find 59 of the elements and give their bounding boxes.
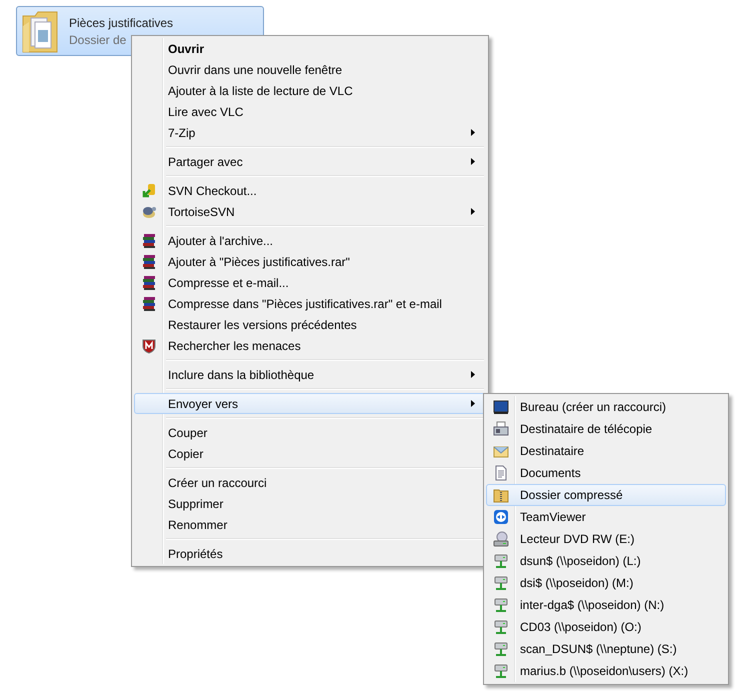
shield-icon	[141, 338, 157, 354]
menu-item[interactable]: CD03 (\\poseidon) (O:)	[486, 616, 726, 638]
menu-item[interactable]: 7-Zip	[134, 122, 486, 143]
network-drive-icon	[493, 597, 509, 613]
menu-item[interactable]: Renommer	[134, 514, 486, 535]
menu-item[interactable]: Propriétés	[134, 543, 486, 564]
menu-item[interactable]: TortoiseSVN	[134, 201, 486, 222]
menu-item[interactable]: Inclure dans la bibliothèque	[134, 364, 486, 385]
menu-item[interactable]: Ouvrir dans une nouvelle fenêtre	[134, 59, 486, 80]
checkout-arrow-icon	[141, 182, 157, 198]
submenu-arrow-icon	[471, 371, 475, 378]
menu-item[interactable]: inter-dga$ (\\poseidon) (N:)	[486, 594, 726, 616]
menu-item[interactable]: Dossier compressé	[486, 484, 726, 506]
menu-item[interactable]: dsi$ (\\poseidon) (M:)	[486, 572, 726, 594]
monitor-icon	[493, 399, 509, 415]
menu-item[interactable]: Ajouter à l'archive...	[134, 230, 486, 251]
menu-item[interactable]: Destinataire de télécopie	[486, 418, 726, 440]
menu-item[interactable]: Documents	[486, 462, 726, 484]
menu-item[interactable]: dsun$ (\\poseidon) (L:)	[486, 550, 726, 572]
fax-icon	[493, 421, 509, 437]
network-drive-icon	[493, 619, 509, 635]
books-icon	[141, 232, 157, 248]
folder-type: Dossier de	[69, 32, 128, 46]
document-icon	[493, 465, 509, 481]
menu-item[interactable]: Créer un raccourci	[134, 472, 486, 493]
network-drive-icon	[493, 663, 509, 679]
books-icon	[141, 274, 157, 290]
menu-item[interactable]: Restaurer les versions précédentes	[134, 314, 486, 335]
menu-item[interactable]: TeamViewer	[486, 506, 726, 528]
menu-item[interactable]: Ajouter à la liste de lecture de VLC	[134, 80, 486, 101]
books-icon	[141, 254, 157, 270]
menu-item[interactable]: marius.b (\\poseidon\users) (X:)	[486, 660, 726, 682]
menu-item[interactable]: Envoyer vers	[134, 393, 486, 414]
menu-item[interactable]: Bureau (créer un raccourci)	[486, 396, 726, 418]
menu-item[interactable]: Couper	[134, 422, 486, 443]
submenu-arrow-icon	[471, 208, 475, 215]
folder-name: Pièces justificatives	[69, 16, 174, 30]
menu-item[interactable]: SVN Checkout...	[134, 180, 486, 201]
drive-icon	[493, 531, 509, 547]
menu-item[interactable]: Rechercher les menaces	[134, 335, 486, 356]
submenu-arrow-icon	[471, 158, 475, 165]
menu-item[interactable]: Destinataire	[486, 440, 726, 462]
menu-item[interactable]: Lire avec VLC	[134, 101, 486, 122]
submenu-arrow-icon	[471, 129, 475, 136]
network-drive-icon	[493, 641, 509, 657]
menu-item[interactable]: Copier	[134, 443, 486, 464]
zip-folder-icon	[493, 487, 509, 503]
network-drive-icon	[493, 575, 509, 591]
network-drive-icon	[493, 553, 509, 569]
menu-item[interactable]: Lecteur DVD RW (E:)	[486, 528, 726, 550]
menu-item[interactable]: Partager avec	[134, 151, 486, 172]
menu-item[interactable]: scan_DSUN$ (\\neptune) (S:)	[486, 638, 726, 660]
menu-item[interactable]: Supprimer	[134, 493, 486, 514]
menu-item[interactable]: Compresse dans "Pièces justificatives.rar" et e-mail	[134, 293, 486, 314]
menu-item[interactable]: Compresse et e-mail...	[134, 272, 486, 293]
submenu-arrow-icon	[471, 400, 475, 407]
menu-item[interactable]: Ajouter à "Pièces justificatives.rar"	[134, 251, 486, 272]
books-icon	[141, 296, 157, 312]
teamviewer-icon	[493, 509, 509, 525]
